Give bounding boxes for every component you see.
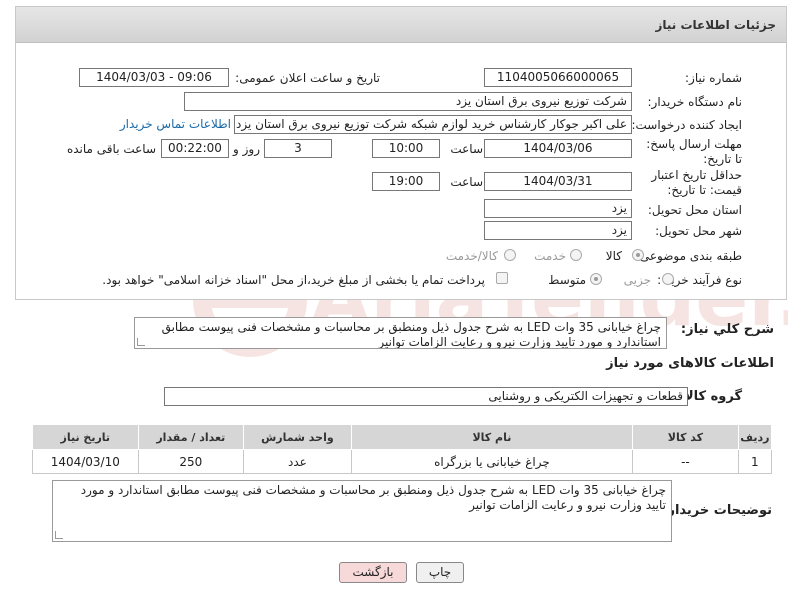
category-service-label: خدمت [534, 249, 566, 263]
requester-label: ایجاد کننده درخواست: [631, 118, 742, 132]
print-button[interactable]: چاپ [416, 562, 464, 583]
col-code-header: کد کالا [632, 424, 739, 450]
buyer-org-label: نام دستگاه خریدار: [647, 95, 743, 109]
goods-group-field[interactable]: قطعات و تجهیزات الکتریکی و روشنایی [164, 387, 688, 406]
panel-title: جزئیات اطلاعات نیاز [655, 18, 776, 32]
reply-time-label: ساعت [450, 142, 483, 156]
reply-days-field[interactable]: 3 [264, 139, 332, 158]
buyer-notes-field[interactable]: چراغ خیابانی 35 وات LED به شرح جدول ذیل … [52, 480, 672, 542]
table-row[interactable]: 1 -- چراغ خیابانی یا بزرگراه عدد 250 140… [32, 449, 773, 474]
purchase-medium-radio[interactable] [590, 273, 602, 285]
announce-datetime-field[interactable]: 1404/03/03 - 09:06 [79, 68, 229, 87]
category-goods-radio[interactable] [632, 249, 644, 261]
col-unit-header: واحد شمارش [243, 424, 352, 450]
category-label: طبقه بندی موضوعی: [635, 249, 742, 263]
reply-time-field[interactable]: 10:00 [372, 139, 440, 158]
need-number-label: شماره نیاز: [685, 71, 742, 85]
announce-datetime-label: تاریخ و ساعت اعلان عمومی: [235, 71, 380, 85]
price-validity-label: حداقل تاریخ اعتبار قیمت: تا تاریخ: [651, 168, 742, 197]
general-desc-text: چراغ خیابانی 35 وات LED به شرح جدول ذیل … [161, 320, 661, 349]
col-name-header: نام کالا [350, 424, 634, 450]
validity-date-field[interactable]: 1404/03/31 [484, 172, 632, 191]
cell-row: 1 [737, 449, 773, 474]
cell-code: -- [632, 449, 739, 474]
reply-deadline-label: مهلت ارسال پاسخ: تا تاریخ: [646, 137, 742, 166]
delivery-province-field[interactable]: یزد [484, 199, 632, 218]
category-goods-service-radio[interactable] [504, 249, 516, 261]
category-goods-label: کالا [605, 249, 622, 263]
general-desc-field[interactable]: چراغ خیابانی 35 وات LED به شرح جدول ذیل … [134, 317, 667, 349]
validity-time-field[interactable]: 19:00 [372, 172, 440, 191]
delivery-city-label: شهر محل تحویل: [655, 224, 742, 238]
cell-date: 1404/03/10 [32, 449, 139, 474]
remaining-label: ساعت باقی مانده [66, 142, 156, 156]
treasury-payment-note: پرداخت تمام یا بخشی از مبلغ خرید،از محل … [102, 273, 485, 287]
back-button[interactable]: بازگشت [339, 562, 407, 583]
delivery-province-label: استان محل تحویل: [647, 203, 742, 217]
buyer-contact-link[interactable]: اطلاعات تماس خریدار [120, 117, 231, 131]
category-goods-service-label: کالا/خدمت [445, 249, 498, 263]
reply-remaining-field[interactable]: 00:22:00 [161, 139, 229, 158]
requester-field[interactable]: علی اکبر جوکار کارشناس خرید لوازم شبکه ش… [234, 115, 632, 134]
delivery-city-field[interactable]: یزد [484, 221, 632, 240]
panel-header: جزئیات اطلاعات نیاز [16, 7, 786, 43]
buyer-notes-text: چراغ خیابانی 35 وات LED به شرح جدول ذیل … [80, 483, 666, 512]
treasury-payment-checkbox[interactable] [496, 272, 508, 284]
days-and-label: روز و [233, 142, 260, 156]
resize-grip[interactable] [137, 338, 145, 346]
resize-grip[interactable] [55, 531, 63, 539]
cell-unit: عدد [243, 449, 352, 474]
general-desc-label: شرح کلي نياز: [680, 322, 774, 337]
table-header-row: ردیف کد کالا نام کالا واحد شمارش تعداد /… [32, 424, 773, 450]
buyer-org-field[interactable]: شرکت توزیع نیروی برق استان یزد [184, 92, 632, 111]
purchase-minor-label: جزیی [623, 273, 651, 287]
cell-name: چراغ خیابانی یا بزرگراه [350, 449, 634, 474]
purchase-medium-label: متوسط [548, 273, 586, 287]
buyer-notes-label: توضیحات خریدار: [662, 503, 772, 518]
category-service-radio[interactable] [570, 249, 582, 261]
cell-qty: 250 [137, 449, 245, 474]
reply-date-field[interactable]: 1404/03/06 [484, 139, 632, 158]
goods-table: ردیف کد کالا نام کالا واحد شمارش تعداد /… [32, 424, 773, 474]
validity-time-label: ساعت [450, 175, 483, 189]
col-qty-header: تعداد / مقدار [137, 424, 245, 450]
goods-info-heading: اطلاعات کالاهای مورد نیاز [606, 356, 774, 371]
col-date-header: تاریخ نیاز [32, 424, 139, 450]
col-row-header: ردیف [737, 424, 773, 450]
need-number-field[interactable]: 1104005066000065 [484, 68, 632, 87]
purchase-minor-radio[interactable] [662, 273, 674, 285]
goods-group-label: گروه کالا: [678, 389, 742, 404]
